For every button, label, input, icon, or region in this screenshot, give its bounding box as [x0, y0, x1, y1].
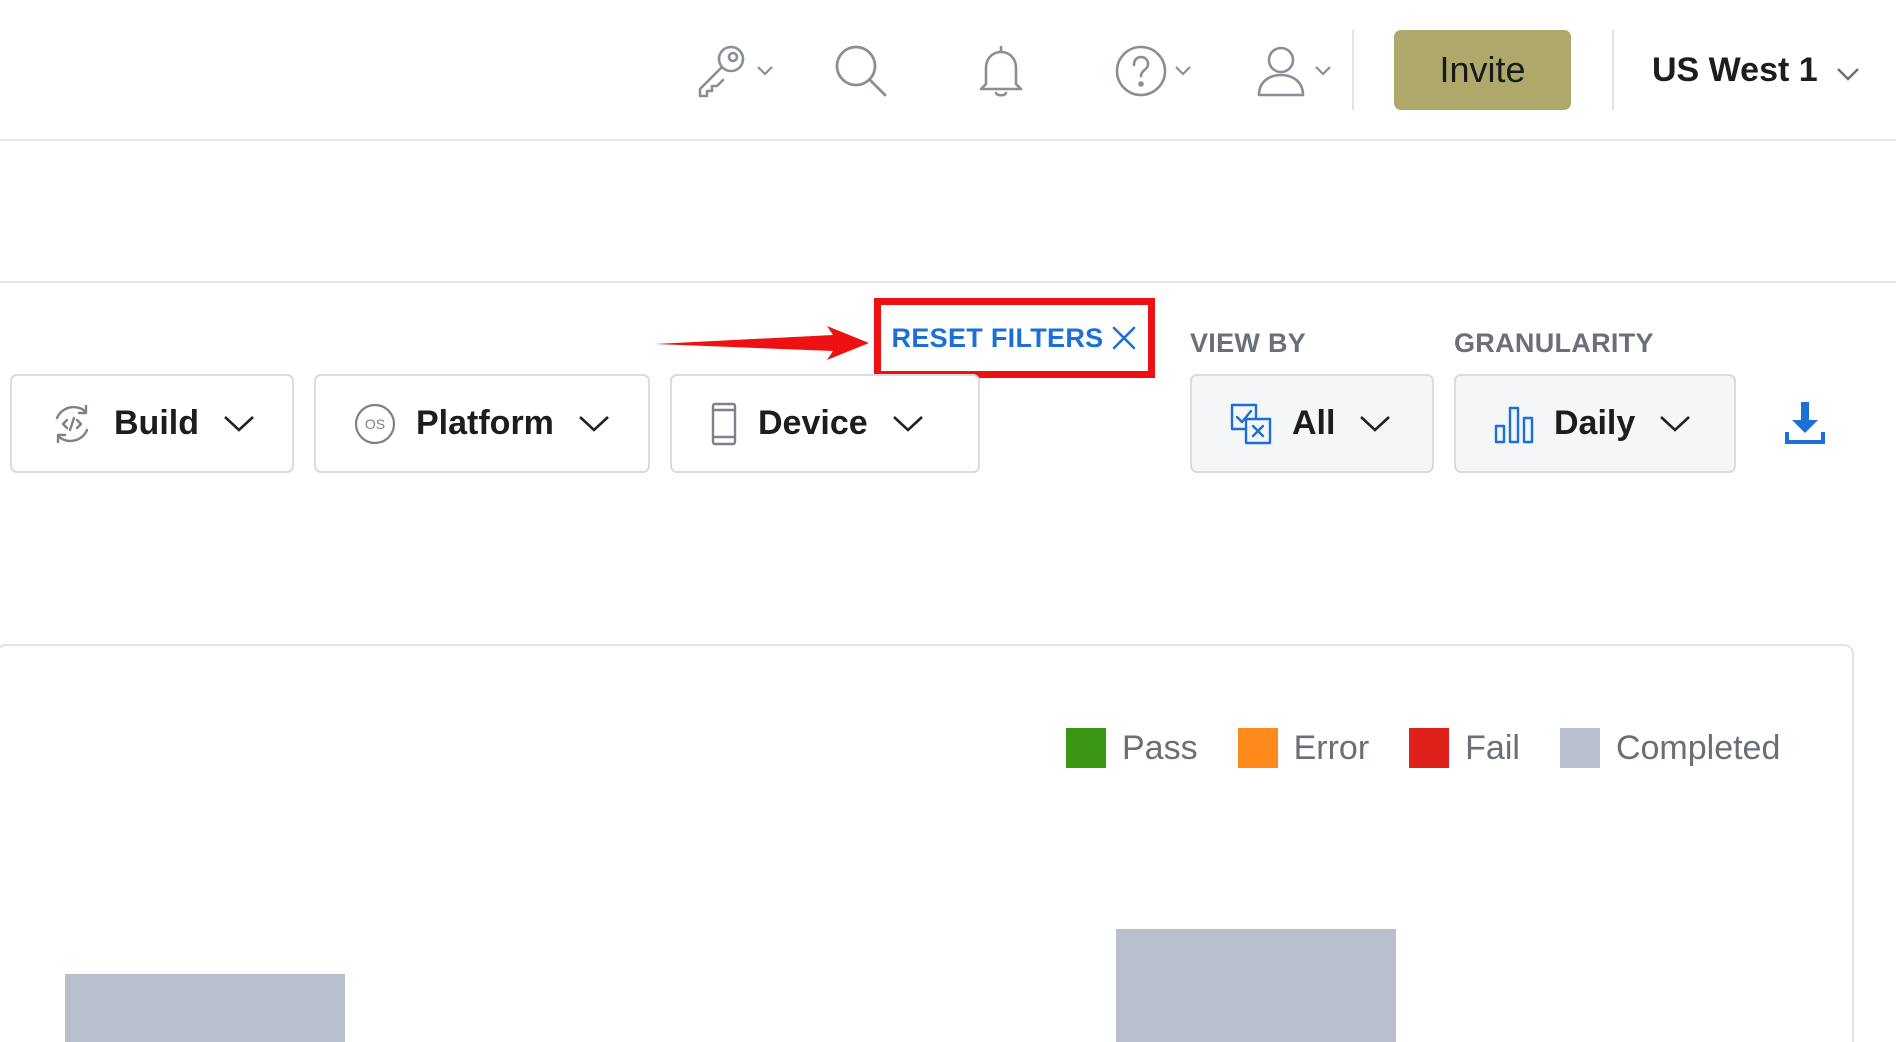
divider — [1352, 30, 1354, 110]
legend-swatch — [1237, 728, 1278, 768]
user-menu[interactable] — [1254, 44, 1332, 98]
legend-item-pass[interactable]: Pass — [1066, 728, 1198, 768]
chevron-down-icon — [892, 415, 924, 433]
build-filter[interactable]: Build — [10, 374, 294, 473]
granularity-label: GRANULARITY — [1454, 328, 1654, 358]
view-by-icon — [1230, 403, 1272, 445]
legend-swatch — [1559, 728, 1600, 768]
help-menu[interactable] — [1114, 44, 1192, 98]
bell-icon — [976, 44, 1026, 98]
page-header-band — [0, 141, 1896, 283]
view-by-label: VIEW BY — [1190, 328, 1307, 358]
platform-filter[interactable]: OS Platform — [314, 374, 650, 473]
search-button[interactable] — [834, 44, 888, 98]
invite-button[interactable]: Invite — [1394, 30, 1571, 110]
reset-filters-button[interactable]: RESET FILTERS — [874, 298, 1155, 378]
legend-item-error[interactable]: Error — [1237, 728, 1370, 768]
chevron-down-icon — [756, 65, 774, 77]
chevron-down-icon — [578, 415, 610, 433]
chevron-down-icon — [1836, 51, 1860, 90]
svg-text:OS: OS — [365, 416, 385, 432]
top-bar: Invite US West 1 — [0, 0, 1896, 141]
region-label: US West 1 — [1652, 50, 1818, 89]
chevron-down-icon — [1314, 65, 1332, 77]
user-icon — [1254, 44, 1308, 98]
granularity-value: Daily — [1554, 404, 1636, 442]
download-button[interactable] — [1784, 400, 1826, 451]
mobile-device-icon — [710, 402, 738, 446]
help-icon — [1114, 44, 1168, 98]
search-icon — [834, 44, 888, 98]
download-icon — [1784, 402, 1826, 450]
device-filter[interactable]: Device — [670, 374, 980, 473]
close-icon — [1111, 325, 1137, 351]
chevron-down-icon — [1359, 415, 1391, 433]
key-menu[interactable] — [692, 44, 774, 98]
legend-swatch — [1409, 728, 1450, 768]
legend-item-completed[interactable]: Completed — [1559, 728, 1781, 768]
chevron-down-icon — [223, 415, 255, 433]
build-filter-label: Build — [114, 404, 199, 442]
notifications-button[interactable] — [976, 44, 1026, 98]
legend-label: Error — [1293, 728, 1370, 767]
granularity-dropdown[interactable]: Daily — [1454, 374, 1736, 473]
legend: Pass Error Fail Completed — [1066, 728, 1780, 768]
chart-bar[interactable] — [65, 974, 345, 1042]
chevron-down-icon — [1659, 415, 1691, 433]
annotation-arrow — [655, 324, 870, 367]
platform-filter-label: Platform — [416, 404, 554, 442]
legend-swatch — [1066, 728, 1106, 768]
reset-filters-label: RESET FILTERS — [891, 322, 1104, 353]
chart-bar[interactable] — [1116, 929, 1396, 1042]
chevron-down-icon — [1174, 65, 1192, 77]
os-icon: OS — [354, 403, 396, 445]
key-icon — [692, 44, 750, 98]
legend-label: Completed — [1615, 728, 1781, 767]
divider — [1612, 30, 1614, 110]
bar-chart-icon — [1494, 404, 1534, 444]
legend-label: Pass — [1122, 728, 1198, 767]
view-by-value: All — [1292, 404, 1336, 442]
device-filter-label: Device — [758, 404, 868, 442]
build-icon — [50, 402, 94, 446]
legend-item-fail[interactable]: Fail — [1409, 728, 1520, 768]
region-selector[interactable]: US West 1 — [1652, 40, 1860, 100]
legend-label: Fail — [1465, 728, 1520, 767]
view-by-dropdown[interactable]: All — [1190, 374, 1434, 473]
